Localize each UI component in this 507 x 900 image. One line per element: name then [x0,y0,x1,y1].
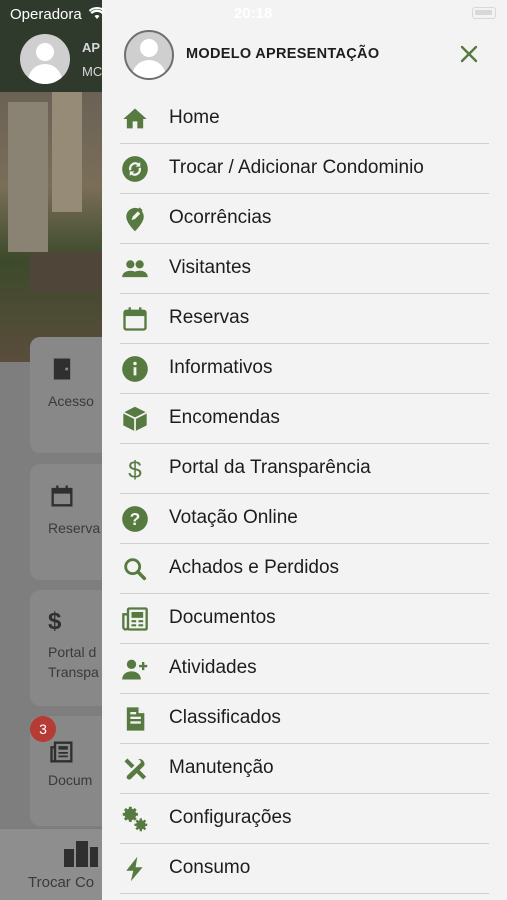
notification-badge: 3 [30,716,56,742]
menu-item-label: Classificados [169,707,281,728]
menu-item-informativos[interactable]: Informativos [120,344,489,394]
bolt-icon [120,855,150,883]
menu-item-ocorrencias[interactable]: Ocorrências [120,194,489,244]
card-label: Portal d Transpa [48,644,99,680]
calendar-icon [51,485,73,507]
menu-item-label: Atividades [169,657,257,678]
card-label: Reserva [48,520,101,536]
location-edit-icon [120,205,150,233]
card-label: Docum [48,772,93,788]
menu-item-reservas[interactable]: Reservas [120,294,489,344]
menu-item-consumo[interactable]: Consumo [120,844,489,894]
card-label: Acesso [48,393,94,409]
menu-item-label: Trocar / Adicionar Condominio [169,157,424,178]
menu-item-configuracoes[interactable]: Configurações [120,794,489,844]
dollar-icon: $ [120,455,150,483]
menu-item-label: Reservas [169,307,250,328]
menu-item-label: Ocorrências [169,207,272,228]
menu-item-encomendas[interactable]: Encomendas [120,394,489,444]
package-icon [120,405,150,433]
newspaper-icon [50,741,73,763]
dollar-icon: $ [48,608,62,635]
tools-icon [120,755,150,783]
avatar [20,34,70,84]
menu-item-label: Home [169,107,220,128]
menu-item-label: Votação Online [169,507,298,528]
background-header-subtitle: MC [82,64,103,79]
gears-icon [120,805,150,833]
menu-item-trocar-condominio[interactable]: Trocar / Adicionar Condominio [120,144,489,194]
svg-text:?: ? [130,509,141,529]
menu-item-label: Portal da Transparência [169,457,371,478]
navigation-drawer: MODELO APRESENTAÇÃO Home Trocar / Adicio… [102,0,507,900]
help-icon: ? [120,505,150,533]
close-icon[interactable] [457,42,481,66]
svg-text:$: $ [128,457,142,483]
people-icon [120,255,150,283]
buildings-icon[interactable] [62,839,100,867]
menu-item-label: Configurações [169,807,292,828]
home-icon [120,105,150,133]
swap-icon [120,155,150,183]
menu-item-achados-perdidos[interactable]: Achados e Perdidos [120,544,489,594]
newspaper-icon [120,605,150,633]
menu-item-label: Achados e Perdidos [169,557,340,578]
menu-item-visitantes[interactable]: Visitantes [120,244,489,294]
clock: 20:18 [234,5,273,22]
menu-item-label: Encomendas [169,407,280,428]
status-bar: Operadora 20:18 [0,0,507,28]
menu-item-atividades[interactable]: Atividades [120,644,489,694]
user-avatar [124,30,174,80]
menu-item-label: Informativos [169,357,273,378]
document-icon [120,705,150,733]
search-icon [120,555,150,583]
battery-icon [472,7,496,19]
menu-item-manutencao[interactable]: Manutenção [120,744,489,794]
menu-item-label: Manutenção [169,757,274,778]
background-header-title: AP [82,40,101,55]
menu-item-portal-transparencia[interactable]: $ Portal da Transparência [120,444,489,494]
menu-item-label: Consumo [169,857,251,878]
menu-item-classificados[interactable]: Classificados [120,694,489,744]
calendar-icon [120,305,150,333]
bottom-tab-label[interactable]: Trocar Co [28,874,94,891]
menu-item-home[interactable]: Home [120,94,489,144]
person-add-icon [120,655,150,683]
menu-item-votacao-online[interactable]: ? Votação Online [120,494,489,544]
user-name: MODELO APRESENTAÇÃO [186,46,380,62]
wifi-icon [88,6,106,19]
drawer-menu: Home Trocar / Adicionar Condominio Ocorr… [120,94,489,894]
menu-item-label: Documentos [169,607,276,628]
carrier-label: Operadora [10,6,82,23]
menu-item-documentos[interactable]: Documentos [120,594,489,644]
door-icon [53,358,71,380]
info-icon [120,355,150,383]
menu-item-label: Visitantes [169,257,252,278]
